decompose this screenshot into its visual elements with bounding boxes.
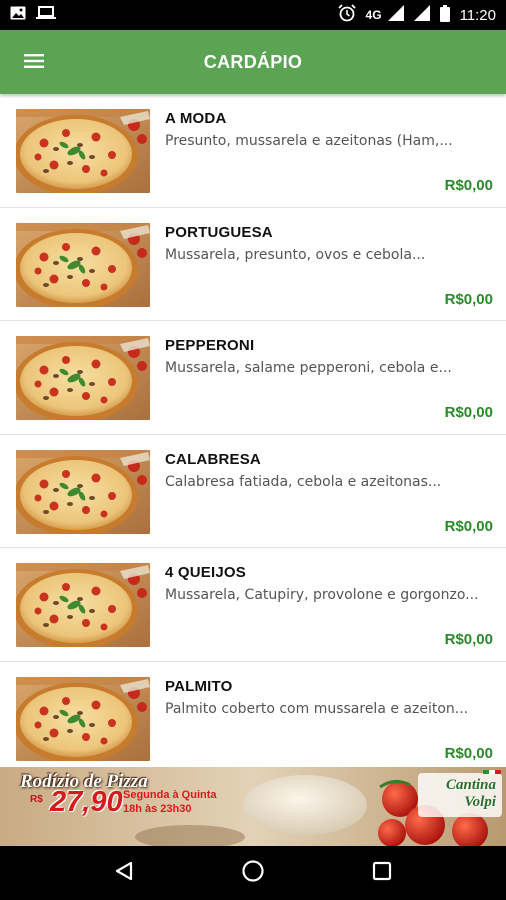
item-price: R$0,00 bbox=[444, 177, 493, 194]
home-button[interactable] bbox=[223, 846, 283, 900]
app-bar: CARDÁPIO bbox=[0, 30, 506, 94]
item-price: R$0,00 bbox=[444, 517, 493, 535]
signal-icon bbox=[387, 5, 404, 25]
navigation-bar bbox=[0, 846, 506, 900]
pizza-image bbox=[16, 449, 150, 534]
recents-button[interactable] bbox=[352, 846, 412, 900]
menu-button[interactable] bbox=[0, 30, 68, 94]
clock: 11:20 bbox=[459, 6, 496, 24]
list-item[interactable]: PORTUGUESA Mussarela, presunto, ovos e c… bbox=[0, 208, 506, 321]
item-description: Mussarela, Catupiry, provolone e gorgonz… bbox=[165, 587, 479, 603]
back-button[interactable] bbox=[94, 846, 154, 900]
item-price: R$0,00 bbox=[444, 631, 493, 648]
page-title: CARDÁPIO bbox=[203, 51, 303, 72]
pizza-image bbox=[16, 336, 150, 420]
item-name: PEPPERONI bbox=[165, 337, 255, 354]
list-item[interactable]: PEPPERONI Mussarela, salame pepperoni, c… bbox=[0, 321, 506, 435]
pizza-image bbox=[16, 222, 150, 307]
banner-hours: 18h às 23h30 bbox=[123, 803, 192, 815]
home-icon bbox=[241, 859, 265, 887]
pizza-image bbox=[16, 676, 150, 761]
status-left bbox=[10, 6, 56, 24]
alarm-icon bbox=[337, 4, 356, 26]
banner-currency: R$ bbox=[30, 794, 43, 805]
item-description: Calabresa fatiada, cebola e azeitonas... bbox=[165, 473, 442, 490]
item-name: CALABRESA bbox=[165, 450, 261, 468]
network-type: 4G bbox=[365, 8, 382, 22]
list-item[interactable]: PALMITO Palmito coberto com mussarela e … bbox=[0, 662, 506, 768]
item-name: 4 QUEIJOS bbox=[165, 564, 246, 581]
battery-icon bbox=[439, 4, 450, 26]
item-description: Mussarela, salame pepperoni, cebola e... bbox=[165, 360, 452, 376]
item-name: A MODA bbox=[165, 110, 227, 127]
pizza-image bbox=[16, 563, 150, 647]
item-name: PORTUGUESA bbox=[165, 223, 273, 241]
signal-strength-icon bbox=[413, 5, 430, 25]
item-price: R$0,00 bbox=[444, 404, 493, 421]
banner-price: 27,90 bbox=[50, 786, 123, 818]
banner-days: Segunda à Quinta bbox=[123, 789, 217, 801]
recents-icon bbox=[372, 861, 392, 885]
item-description: Palmito coberto com mussarela e azeiton.… bbox=[165, 700, 469, 717]
item-description: Presunto, mussarela e azeitonas (Ham,... bbox=[165, 133, 453, 149]
list-item[interactable]: 4 QUEIJOS Mussarela, Catupiry, provolone… bbox=[0, 548, 506, 662]
banner-brand-line2: Volpi bbox=[464, 794, 496, 810]
pizza-image bbox=[16, 109, 150, 193]
laptop-icon bbox=[36, 6, 56, 24]
ad-banner[interactable]: Rodízio de Pizza R$ 27,90 Segunda à Quin… bbox=[0, 767, 506, 846]
banner-brand: Cantina Volpi bbox=[446, 777, 496, 811]
item-name: PALMITO bbox=[165, 677, 233, 695]
menu-list[interactable]: A MODA Presunto, mussarela e azeitonas (… bbox=[0, 94, 506, 767]
image-icon bbox=[10, 6, 26, 24]
banner-brand-line1: Cantina bbox=[445, 777, 496, 793]
hamburger-menu-icon bbox=[24, 53, 44, 72]
status-right: 4G 11:20 bbox=[337, 4, 496, 26]
back-icon bbox=[113, 860, 135, 886]
item-price: R$0,00 bbox=[444, 744, 493, 762]
status-bar: 4G 11:20 bbox=[0, 0, 506, 30]
item-description: Mussarela, presunto, ovos e cebola... bbox=[165, 246, 426, 263]
item-price: R$0,00 bbox=[444, 290, 493, 308]
list-item[interactable]: A MODA Presunto, mussarela e azeitonas (… bbox=[0, 94, 506, 208]
list-item[interactable]: CALABRESA Calabresa fatiada, cebola e az… bbox=[0, 435, 506, 548]
